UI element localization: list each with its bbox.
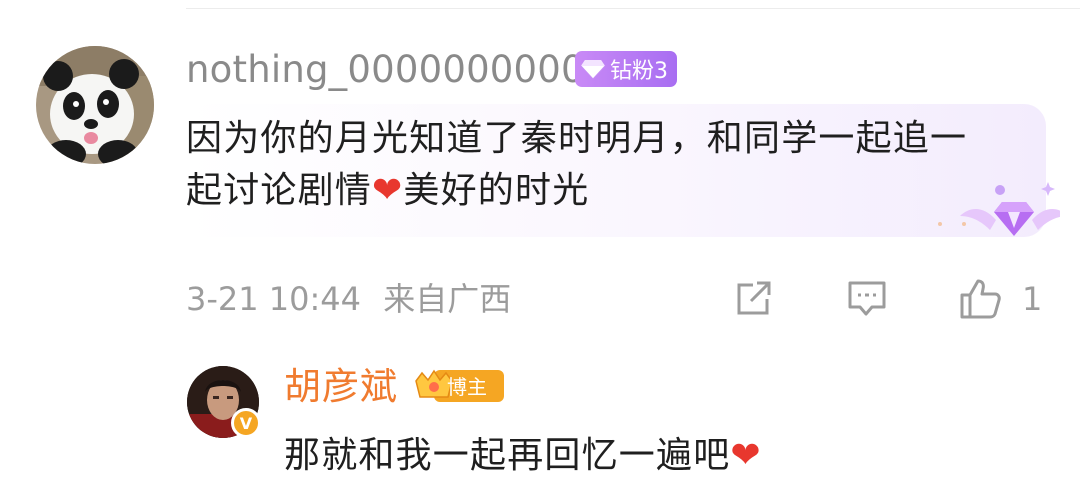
fan-badge-label: 钻粉3 <box>610 59 668 84</box>
thumbs-up-icon[interactable] <box>958 277 1002 321</box>
comment-meta: 3-21 10:44 来自广西 <box>186 277 511 321</box>
comment-icon[interactable] <box>846 277 888 319</box>
winged-diamond-decoration <box>938 182 1060 236</box>
comment-text-part: 起讨论剧情 <box>186 170 373 211</box>
commenter-avatar[interactable] <box>36 46 154 164</box>
like-count: 1 <box>1022 280 1043 318</box>
top-divider <box>186 8 1080 9</box>
host-badge[interactable]: 博主 <box>412 365 504 405</box>
comment-location: 来自广西 <box>383 280 512 318</box>
commenter-username[interactable]: nothing_0000000000 <box>186 48 585 92</box>
host-badge-label: 博主 <box>447 375 487 399</box>
diamond-icon <box>580 60 606 80</box>
comment-text-part: 美好的时光 <box>403 170 590 211</box>
reply-text-body: 那就和我一起再回忆一遍吧 <box>284 435 731 476</box>
heart-emoji: ❤ <box>730 435 762 476</box>
comment-timestamp: 3-21 10:44 <box>186 280 362 318</box>
comment-text-line2: 起讨论剧情❤美好的时光 <box>186 167 589 215</box>
reply-text: 那就和我一起再回忆一遍吧❤ <box>284 432 762 480</box>
author-name[interactable]: 胡彦斌 <box>284 364 398 410</box>
heart-emoji: ❤ <box>372 170 404 211</box>
verified-badge: V <box>231 408 261 438</box>
share-icon[interactable] <box>733 277 775 319</box>
comment-text-line1: 因为你的月光知道了秦时明月，和同学一起追一 <box>186 118 968 159</box>
fan-level-badge[interactable]: 钻粉3 <box>575 51 677 87</box>
